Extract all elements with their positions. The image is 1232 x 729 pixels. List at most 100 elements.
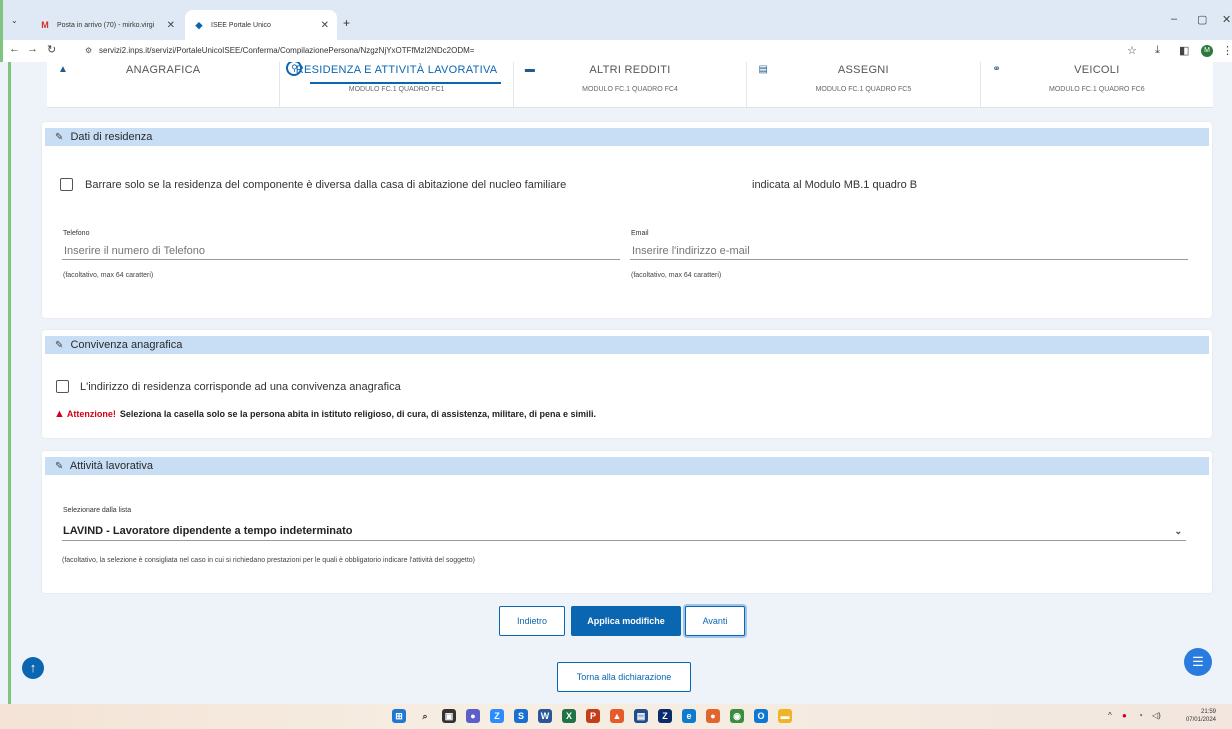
- minimize-icon[interactable]: –: [1171, 13, 1177, 25]
- email-label: Email: [631, 230, 649, 237]
- section-title: Attività lavorativa: [69, 460, 153, 472]
- windows-start-icon[interactable]: ⊞: [392, 709, 406, 723]
- volume-icon[interactable]: ◁): [1152, 711, 1161, 720]
- page-content: ▲ ANAGRAFICA ⚲ RESIDENZA E ATTIVITÀ LAVO…: [8, 62, 1214, 704]
- excel-icon[interactable]: X: [562, 709, 576, 723]
- step-sub: MODULO FC.1 QUADRO FC1: [348, 86, 445, 93]
- convivenza-card: ✎ Convivenza anagrafica L'indirizzo di r…: [42, 330, 1212, 438]
- pencil-icon: ✎: [55, 461, 64, 472]
- search-icon[interactable]: ⌕: [418, 709, 432, 723]
- step-label: RESIDENZA E ATTIVITÀ LAVORATIVA: [295, 64, 498, 76]
- word-icon[interactable]: W: [538, 709, 552, 723]
- download-icon[interactable]: ⤓: [1155, 44, 1160, 57]
- step-assegni[interactable]: ▤ ASSEGNI MODULO FC.1 QUADRO FC5: [747, 62, 981, 107]
- edge-icon[interactable]: e: [682, 709, 696, 723]
- bookmark-star-icon[interactable]: ☆: [1127, 44, 1137, 57]
- convivenza-checkbox[interactable]: [56, 380, 69, 393]
- tab-search-icon[interactable]: ⌄: [11, 16, 18, 25]
- email-help: (facoltativo, max 64 caratteri): [631, 272, 722, 279]
- zoom-icon[interactable]: Z: [490, 709, 504, 723]
- gmail-icon: M: [41, 20, 49, 30]
- warning-word: Attenzione!: [66, 409, 116, 419]
- select-label: Selezionare dalla lista: [63, 507, 132, 514]
- step-label: ANAGRAFICA: [125, 64, 201, 76]
- phone-input[interactable]: [62, 242, 620, 260]
- chrome-icon[interactable]: ◉: [730, 709, 744, 723]
- close-icon[interactable]: ✕: [167, 20, 175, 31]
- tab-title: Posta in arrivo (70) - mirko.virgi: [57, 21, 155, 29]
- outlook-icon[interactable]: O: [754, 709, 768, 723]
- inps-icon: ◆: [195, 19, 203, 30]
- phone-label: Telefono: [63, 230, 90, 237]
- tray-chevron-icon[interactable]: ^: [1108, 711, 1112, 720]
- residenza-diversa-checkbox[interactable]: [60, 178, 73, 191]
- url-text: servizi2.inps.it/servizi/PortaleUnicoISE…: [99, 46, 475, 55]
- close-window-icon[interactable]: ✕: [1222, 13, 1231, 26]
- return-to-declaration-button[interactable]: Torna alla dichiarazione: [557, 662, 691, 692]
- select-value: LAVIND - Lavoratore dipendente a tempo i…: [63, 525, 353, 537]
- browser-tabbar: ⌄ M Posta in arrivo (70) - mirko.virgi ✕…: [0, 0, 1232, 40]
- tab-title: ISEE Portale Unico: [211, 21, 271, 29]
- file-explorer-icon[interactable]: ▬: [778, 709, 792, 723]
- step-altri-redditi[interactable]: ▬ ALTRI REDDITI MODULO FC.1 QUADRO FC4: [514, 62, 748, 107]
- os-taskbar: ⊞ ⌕ ▣ ● Z S W X P ▲ ▤ Z e ● ◉ O ▬ ^ ● ◔ …: [0, 704, 1232, 729]
- app-icon[interactable]: ▤: [634, 709, 648, 723]
- app-icon[interactable]: Z: [658, 709, 672, 723]
- section-header: ✎ Dati di residenza: [45, 128, 1209, 146]
- sidepanel-icon[interactable]: ◧: [1179, 44, 1189, 57]
- chat-icon[interactable]: ☰: [1184, 648, 1212, 676]
- tray-status-icon[interactable]: ●: [1122, 711, 1127, 720]
- warning-text: Seleziona la casella solo se la persona …: [119, 409, 597, 419]
- next-button[interactable]: Avanti: [685, 606, 745, 636]
- site-info-icon[interactable]: ⚙: [85, 43, 92, 59]
- clock-time: 21:59: [1200, 709, 1216, 715]
- firefox-icon[interactable]: ●: [706, 709, 720, 723]
- new-tab-icon[interactable]: +: [343, 16, 350, 30]
- app-icon[interactable]: ▲: [610, 709, 624, 723]
- pencil-icon: ✎: [55, 340, 64, 351]
- step-residenza[interactable]: ⚲ RESIDENZA E ATTIVITÀ LAVORATIVA MODULO…: [280, 62, 514, 107]
- browser-tab-gmail[interactable]: M Posta in arrivo (70) - mirko.virgi ✕: [31, 10, 183, 40]
- chevron-down-icon: ⌄: [1174, 526, 1182, 536]
- apply-changes-button[interactable]: Applica modifiche: [571, 606, 681, 636]
- profile-avatar[interactable]: M: [1201, 45, 1213, 57]
- forward-icon[interactable]: →: [27, 43, 38, 55]
- attivita-card: ✎ Attività lavorativa Selezionare dalla …: [42, 451, 1212, 593]
- step-veicoli[interactable]: ⚭ VEICOLI MODULO FC.1 QUADRO FC6: [981, 62, 1213, 107]
- menu-icon[interactable]: ⋮: [1222, 44, 1232, 57]
- email-input[interactable]: [630, 242, 1188, 260]
- attivita-help: (facoltativo, la selezione è consigliata…: [62, 557, 476, 564]
- browser-tab-isee[interactable]: ◆ ISEE Portale Unico ✕: [185, 10, 337, 40]
- step-label: ASSEGNI: [837, 64, 889, 76]
- reload-icon[interactable]: ↻: [47, 43, 56, 56]
- phone-help: (facoltativo, max 64 caratteri): [63, 272, 154, 279]
- url-field[interactable]: ⚙ servizi2.inps.it/servizi/PortaleUnicoI…: [81, 43, 1101, 59]
- step-sub: MODULO FC.1 QUADRO FC4: [582, 86, 678, 93]
- step-navigation: ▲ ANAGRAFICA ⚲ RESIDENZA E ATTIVITÀ LAVO…: [47, 62, 1213, 108]
- step-label: ALTRI REDDITI: [589, 64, 671, 76]
- task-view-icon[interactable]: ▣: [442, 709, 456, 723]
- teams-icon[interactable]: ●: [466, 709, 480, 723]
- back-button[interactable]: Indietro: [499, 606, 565, 636]
- step-anagrafica[interactable]: ▲ ANAGRAFICA: [47, 62, 281, 107]
- maximize-icon[interactable]: ▢: [1197, 13, 1207, 26]
- scroll-top-button[interactable]: ↑: [22, 657, 44, 679]
- step-label: VEICOLI: [1074, 64, 1120, 76]
- section-header: ✎ Convivenza anagrafica: [45, 336, 1209, 354]
- step-sub: MODULO FC.1 QUADRO FC5: [815, 86, 912, 93]
- warning-message: ▲ Attenzione! Seleziona la casella solo se…: [54, 408, 596, 420]
- warning-triangle-icon: ▲: [54, 408, 65, 420]
- system-clock[interactable]: 21:59 07/01/2024: [1176, 708, 1216, 724]
- section-header: ✎ Attività lavorativa: [45, 457, 1209, 475]
- section-title: Convivenza anagrafica: [70, 339, 183, 351]
- pencil-icon: ✎: [55, 132, 64, 143]
- powerpoint-icon[interactable]: P: [586, 709, 600, 723]
- close-icon[interactable]: ✕: [321, 20, 329, 31]
- attivita-select[interactable]: LAVIND - Lavoratore dipendente a tempo i…: [62, 521, 1186, 541]
- wifi-icon[interactable]: ◔: [1138, 711, 1143, 720]
- back-icon[interactable]: ←: [9, 43, 20, 55]
- checkbox-label: L'indirizzo di residenza corrisponde ad …: [80, 381, 401, 393]
- step-sub: MODULO FC.1 QUADRO FC6: [1048, 86, 1145, 93]
- section-title: Dati di residenza: [70, 131, 153, 143]
- skype-icon[interactable]: S: [514, 709, 528, 723]
